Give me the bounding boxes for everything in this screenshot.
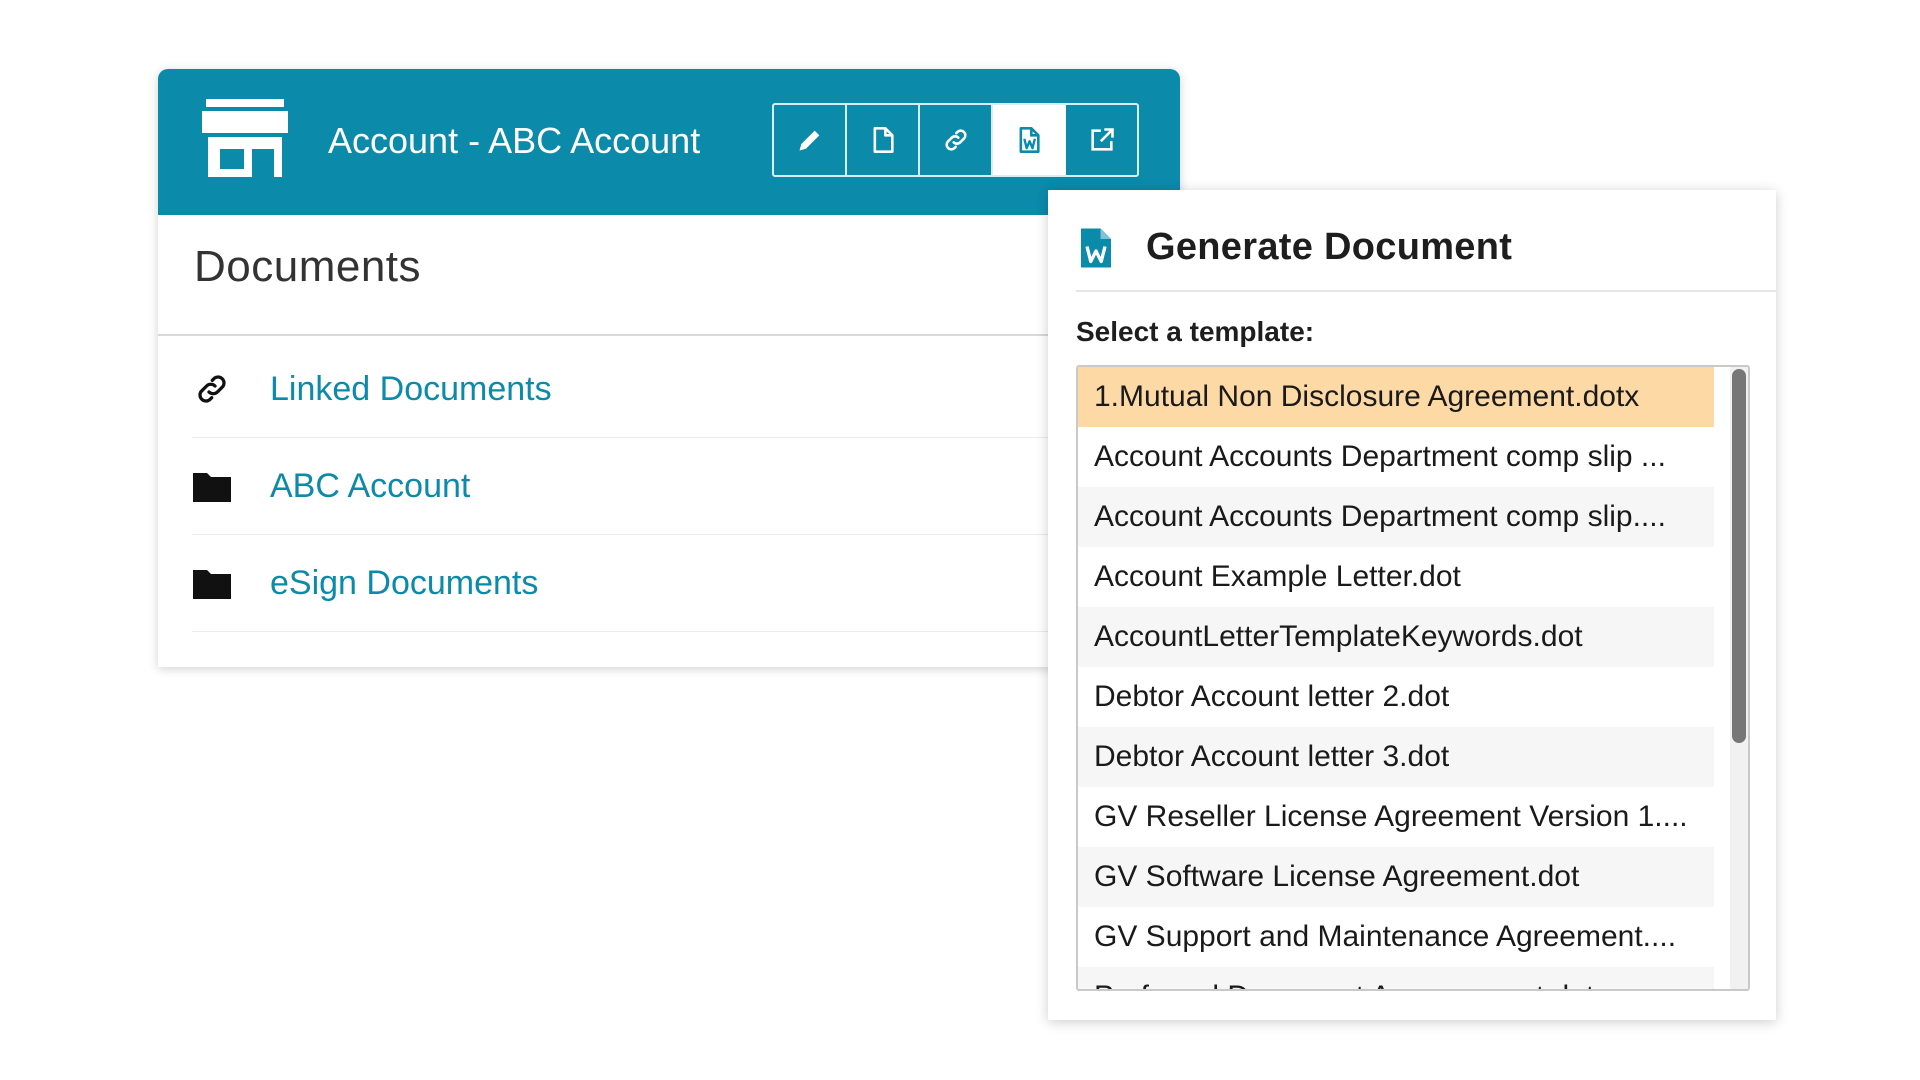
template-label: Select a template:: [1076, 316, 1315, 347]
list-item-label[interactable]: ABC Account: [270, 467, 470, 506]
link-button[interactable]: [920, 105, 993, 175]
template-option[interactable]: Account Example Letter.dot: [1078, 547, 1714, 607]
external-link-icon: [1090, 128, 1114, 151]
scrollbar[interactable]: [1730, 367, 1748, 989]
template-option[interactable]: GV Support and Maintenance Agreement....: [1078, 907, 1714, 967]
template-option[interactable]: Debtor Account letter 3.dot: [1078, 727, 1714, 787]
account-header: Account - ABC Account: [158, 69, 1180, 215]
list-item-label[interactable]: eSign Documents: [270, 564, 538, 603]
list-item-esign-documents[interactable]: eSign Documents: [192, 535, 1142, 632]
template-option[interactable]: 1.Mutual Non Disclosure Agreement.dotx: [1078, 367, 1714, 427]
scrollbar-thumb[interactable]: [1732, 369, 1746, 743]
link-icon: [192, 369, 232, 409]
list-item-abc-account[interactable]: ABC Account: [192, 438, 1142, 535]
page-title: Account - ABC Account: [328, 120, 701, 161]
folder-icon: [192, 563, 232, 603]
template-option[interactable]: Preferred Document Arrangement.dot: [1078, 967, 1714, 989]
documents-heading: Documents: [194, 242, 422, 291]
folder-icon: [192, 466, 232, 506]
template-listbox[interactable]: 1.Mutual Non Disclosure Agreement.dotx A…: [1076, 365, 1750, 991]
documents-list: Linked Documents ABC Account eSign Docum…: [192, 341, 1142, 632]
template-option[interactable]: Account Accounts Department comp slip...…: [1078, 487, 1714, 547]
new-document-button[interactable]: [847, 105, 920, 175]
document-icon: [873, 127, 894, 153]
link-icon: [944, 129, 967, 151]
account-card: Account - ABC Account Documents Linked D…: [158, 69, 1180, 667]
word-document-icon: [1081, 228, 1111, 267]
divider: [1076, 290, 1776, 292]
list-item-linked-documents[interactable]: Linked Documents: [192, 341, 1142, 438]
divider: [158, 334, 1180, 336]
pencil-icon: [799, 130, 819, 151]
list-item-label[interactable]: Linked Documents: [270, 370, 552, 409]
template-option[interactable]: Account Accounts Department comp slip ..…: [1078, 427, 1714, 487]
word-document-icon: [1019, 127, 1040, 153]
header-toolbar: [772, 103, 1139, 177]
template-option[interactable]: AccountLetterTemplateKeywords.dot: [1078, 607, 1714, 667]
template-option[interactable]: GV Software License Agreement.dot: [1078, 847, 1714, 907]
generate-document-panel: Generate Document Select a template: 1.M…: [1048, 190, 1776, 1020]
generate-document-button[interactable]: [993, 105, 1066, 175]
edit-button[interactable]: [774, 105, 847, 175]
panel-title: Generate Document: [1146, 226, 1513, 268]
template-option[interactable]: Debtor Account letter 2.dot: [1078, 667, 1714, 727]
panel-header: Generate Document: [1078, 226, 1512, 269]
template-option[interactable]: GV Reseller License Agreement Version 1.…: [1078, 787, 1714, 847]
open-external-button[interactable]: [1066, 105, 1137, 175]
store-icon: [202, 99, 288, 177]
